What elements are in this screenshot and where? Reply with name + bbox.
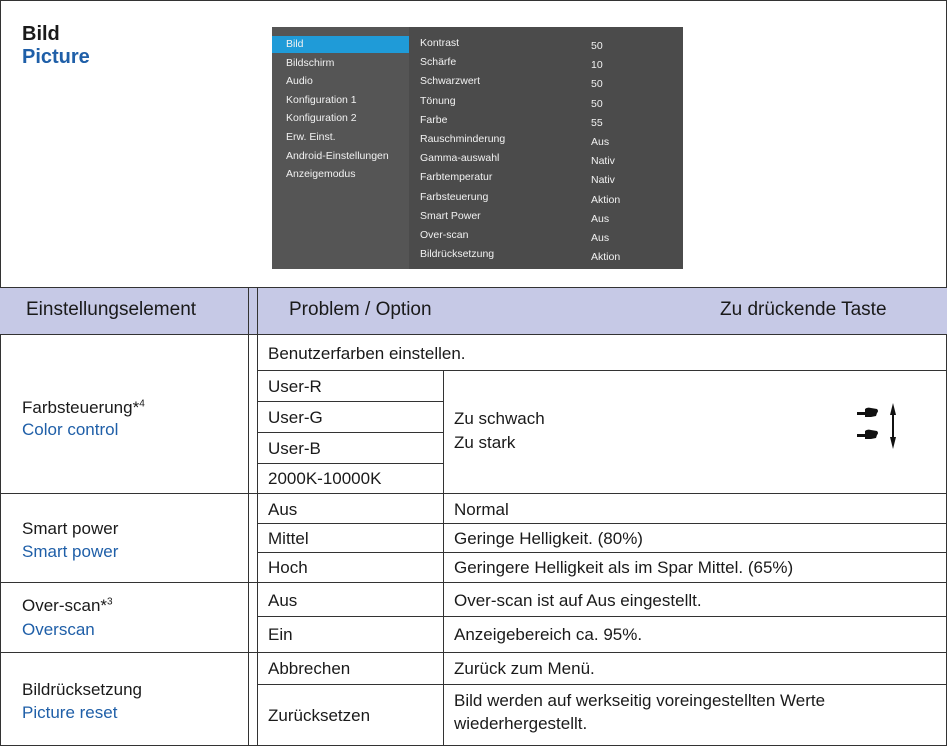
row-rule [258, 432, 443, 433]
row-rule [0, 582, 947, 583]
color-control-name-en: Color control [22, 420, 119, 439]
osd-setting-value: 50 [591, 40, 603, 52]
smart-power-desc: Normal [454, 500, 509, 519]
over-scan-option: Aus [268, 591, 298, 610]
osd-setting-value: 50 [591, 97, 603, 110]
over-scan-desc: Anzeigebereich ca. 95%. [454, 625, 643, 644]
osd-setting-value: Aus [591, 136, 610, 148]
osd-setting-label: Farbtemperatur [420, 171, 493, 184]
hand-pointer-icon [857, 407, 878, 417]
osd-setting-value: Aktion [591, 251, 621, 264]
picture-reset-desc: Zurück zum Menü. [454, 659, 595, 678]
picture-reset-desc: Bild werden auf werkseitig voreingestell… [454, 691, 826, 710]
option-user-b: User-B [268, 439, 321, 458]
osd-setting-value: Aus [591, 212, 610, 225]
osd-menu-item: Anzeigemodus [286, 168, 356, 181]
picture-reset-desc: wiederhergestellt. [454, 714, 588, 733]
over-scan-option: Ein [268, 625, 293, 644]
osd-setting-value: 10 [591, 59, 603, 72]
osd-menu-item: Bild [286, 38, 304, 50]
over-scan-desc: Over-scan ist auf Aus eingestellt. [454, 591, 702, 610]
osd-setting-label: Kontrast [420, 37, 460, 49]
desc-weak: Zu schwach [454, 409, 545, 428]
option-kelvin: 2000K-10000K [268, 469, 382, 488]
osd-setting-value: 50 [591, 78, 603, 91]
column-divider [248, 288, 249, 746]
option-divider [443, 493, 444, 652]
picture-reset-option: Abbrechen [268, 659, 351, 678]
row-rule [258, 616, 947, 617]
key-icons [857, 403, 896, 449]
row-rule [258, 401, 443, 402]
over-scan-name-de: Over-scan*3 [22, 596, 113, 615]
picture-reset-option: Zurücksetzen [268, 706, 371, 725]
option-divider [443, 370, 444, 493]
header-bottom-rule [0, 334, 947, 335]
row-rule [258, 552, 947, 553]
osd-setting-label: Schärfe [420, 56, 457, 69]
osd-setting-value: Aktion [591, 193, 621, 206]
osd-setting-label: Smart Power [420, 209, 481, 222]
row-rule [0, 493, 947, 494]
osd-menu: Bild Bildschirm Audio Konfiguration 1 Konfig… [272, 27, 683, 269]
osd-setting-value: Nativ [591, 174, 615, 187]
smart-power-option: Aus [268, 500, 298, 519]
column-divider [257, 288, 258, 746]
smart-power-option: Mittel [268, 529, 309, 548]
up-down-arrow-icon [890, 403, 896, 449]
row-rule [258, 523, 947, 524]
osd-setting-label: Over-scan [420, 229, 469, 241]
over-scan-name-en: Overscan [22, 620, 95, 639]
hand-pointer-icon [857, 429, 878, 439]
osd-setting-label: Gamma-auswahl [420, 152, 500, 165]
osd-menu-item: Konfiguration 1 [286, 93, 357, 106]
osd-setting-label: Farbe [420, 113, 448, 126]
osd-menu-item: Erw. Einst. [286, 131, 336, 143]
color-control-intro: Benutzerfarben einstellen. [268, 344, 466, 363]
osd-setting-value: 55 [591, 116, 603, 129]
osd-setting-label: Tönung [420, 94, 456, 107]
option-user-r: User-R [268, 377, 322, 396]
row-rule [258, 463, 443, 464]
option-divider [443, 652, 444, 746]
osd-menu-item: Konfiguration 2 [286, 112, 357, 125]
osd-setting-value: Nativ [591, 155, 615, 168]
osd-setting-value: Aus [591, 232, 610, 244]
row-rule [0, 652, 947, 653]
row-rule [258, 684, 947, 685]
header-problem: Problem / Option [289, 299, 432, 320]
osd-setting-label: Rauschminderung [420, 133, 506, 145]
header-key: Zu drückende Taste [720, 299, 887, 320]
smart-power-option: Hoch [268, 558, 308, 577]
osd-menu-item: Audio [286, 75, 313, 88]
smart-power-name-de: Smart power [22, 519, 119, 538]
page-title-de: Bild [22, 23, 60, 45]
smart-power-desc: Geringere Helligkeit als im Spar Mittel.… [454, 558, 794, 577]
osd-setting-label: Farbsteuerung [420, 190, 489, 203]
color-control-name-de: Farbsteuerung*4 [22, 398, 145, 417]
smart-power-name-en: Smart power [22, 542, 119, 561]
row-rule [258, 370, 947, 371]
osd-menu-item: Bildschirm [286, 56, 335, 69]
picture-reset-name-de: Bildrücksetzung [22, 680, 143, 699]
osd-setting-label: Schwarzwert [420, 75, 481, 88]
osd-setting-label: Bildrücksetzung [420, 248, 495, 261]
page-title-en: Picture [22, 46, 90, 68]
smart-power-desc: Geringe Helligkeit. (80%) [454, 529, 643, 548]
option-user-g: User-G [268, 408, 323, 427]
header-element: Einstellungselement [26, 299, 197, 320]
osd-menu-item: Android-Einstellungen [286, 149, 389, 162]
desc-strong: Zu stark [454, 433, 516, 452]
picture-reset-name-en: Picture reset [22, 703, 118, 722]
